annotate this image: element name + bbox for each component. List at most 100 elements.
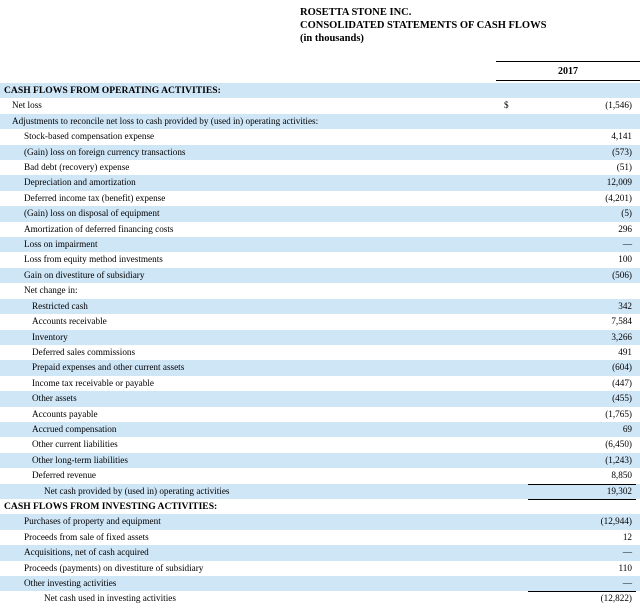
value-cell: (455): [522, 391, 640, 407]
row-label: Proceeds from sale of fixed assets: [24, 531, 149, 542]
table-row: Other long-term liabilities (1,243): [0, 452, 640, 469]
table-row: Prepaid expenses and other current asset…: [0, 360, 640, 376]
value-cell: (447): [612, 377, 632, 388]
value-cell: (1,243): [522, 452, 640, 469]
currency-cell: [492, 499, 522, 514]
table-row: Accrued compensation 69: [0, 421, 640, 438]
table-row: Net cash used in investing activities (1…: [0, 591, 640, 607]
row-label: Restricted cash: [0, 298, 492, 315]
statement-header: ROSETTA STONE INC. CONSOLIDATED STATEMEN…: [0, 0, 547, 45]
table-row: Loss on impairment —: [0, 237, 640, 253]
currency-cell: [492, 407, 522, 422]
subtotal-value-operating: 19,302: [522, 483, 640, 499]
value-cell: (1,765): [605, 408, 632, 419]
row-label: Bad debt (recovery) expense: [24, 162, 130, 173]
row-label: Deferred sales commissions: [32, 346, 136, 357]
table-row: Other assets (455): [0, 391, 640, 407]
currency-cell: [492, 283, 522, 298]
currency-cell: [492, 160, 522, 175]
value-cell: [522, 283, 640, 298]
value-cell: (5): [522, 206, 640, 222]
currency-cell: [492, 113, 522, 130]
cash-flow-table: CASH FLOWS FROM OPERATING ACTIVITIES: Ne…: [0, 83, 640, 607]
value-cell: —: [522, 576, 640, 592]
currency-cell: [492, 452, 522, 469]
table-row: Restricted cash 342: [0, 298, 640, 315]
currency-cell: [492, 222, 522, 237]
table-row: Deferred revenue 8,850: [0, 468, 640, 483]
table-row: Net loss $ (1,546): [0, 98, 640, 113]
currency-cell: [492, 421, 522, 438]
value-cell: [522, 113, 640, 130]
currency-cell: [492, 298, 522, 315]
row-label: Depreciation and amortization: [0, 175, 492, 191]
value-cell: (604): [522, 360, 640, 376]
value-cell: (4,201): [605, 192, 632, 203]
table-row: (Gain) loss on disposal of equipment (5): [0, 206, 640, 222]
table-row: Depreciation and amortization 12,009: [0, 175, 640, 191]
value-cell: 4,141: [611, 131, 632, 142]
currency-cell: $: [504, 100, 509, 111]
currency-cell: [492, 175, 522, 191]
currency-cell: [492, 561, 522, 576]
row-label: Stock-based compensation expense: [24, 131, 155, 142]
currency-cell: [492, 314, 522, 329]
table-row: Bad debt (recovery) expense (51): [0, 160, 640, 175]
currency-cell: [492, 237, 522, 253]
table-row: Amortization of deferred financing costs…: [0, 222, 640, 237]
currency-cell: [492, 437, 522, 452]
value-cell: 8,850: [611, 470, 632, 481]
value-cell: (51): [616, 162, 632, 173]
currency-cell: [492, 206, 522, 222]
value-cell: (12,944): [522, 514, 640, 530]
table-row: Adjustments to reconcile net loss to cas…: [0, 113, 640, 130]
table-row: (Gain) loss on foreign currency transact…: [0, 144, 640, 161]
value-cell: 7,584: [611, 316, 632, 327]
row-label: Acquisitions, net of cash acquired: [0, 545, 492, 561]
value-cell: 12: [622, 531, 632, 542]
table-row: Accounts payable (1,765): [0, 407, 640, 422]
value-cell: 110: [618, 562, 632, 573]
row-label: Other investing activities: [0, 576, 492, 592]
row-label: Income tax receivable or payable: [32, 377, 154, 388]
row-label: Gain on divestiture of subsidiary: [0, 267, 492, 284]
currency-cell: [492, 129, 522, 144]
value-cell: 100: [618, 254, 632, 265]
column-header: 2017: [0, 61, 640, 83]
currency-cell: [492, 483, 522, 499]
value-cell: 69: [522, 421, 640, 438]
column-header-rule-bottom: [496, 80, 640, 81]
table-row: Deferred sales commissions 491: [0, 345, 640, 360]
value-cell: (506): [522, 267, 640, 284]
table-row: Other investing activities —: [0, 576, 640, 592]
value-cell: 342: [522, 298, 640, 315]
row-label: Accrued compensation: [0, 421, 492, 438]
currency-cell: [492, 376, 522, 391]
table-row: Proceeds from sale of fixed assets 12: [0, 530, 640, 545]
currency-cell: [492, 514, 522, 530]
currency-cell: [492, 591, 522, 606]
row-label: Other assets: [0, 391, 492, 407]
company-name: ROSETTA STONE INC.: [300, 7, 412, 18]
value-cell: 491: [618, 346, 632, 357]
currency-cell: [492, 576, 522, 592]
table-row: Other current liabilities (6,450): [0, 437, 640, 452]
row-label: (Gain) loss on disposal of equipment: [0, 206, 492, 222]
subtotal-label-investing: Net cash used in investing activities: [44, 593, 176, 604]
table-row: CASH FLOWS FROM OPERATING ACTIVITIES:: [0, 83, 640, 99]
row-label: Amortization of deferred financing costs: [24, 223, 174, 234]
units-note: (in thousands): [300, 33, 364, 44]
row-label: Loss from equity method investments: [24, 254, 163, 265]
value-cell: [522, 83, 640, 99]
value-cell: 12,009: [522, 175, 640, 191]
currency-cell: [492, 545, 522, 561]
year-column-heading: 2017: [558, 66, 578, 77]
row-label: Accounts receivable: [32, 316, 107, 327]
table-row: Stock-based compensation expense 4,141: [0, 129, 640, 144]
row-label: Other long-term liabilities: [0, 452, 492, 469]
table-row: Income tax receivable or payable (447): [0, 376, 640, 391]
statement-title: CONSOLIDATED STATEMENTS OF CASH FLOWS: [300, 20, 547, 31]
column-header-rule-top: [496, 61, 640, 62]
value-cell: 296: [618, 223, 632, 234]
table-row: Acquisitions, net of cash acquired —: [0, 545, 640, 561]
